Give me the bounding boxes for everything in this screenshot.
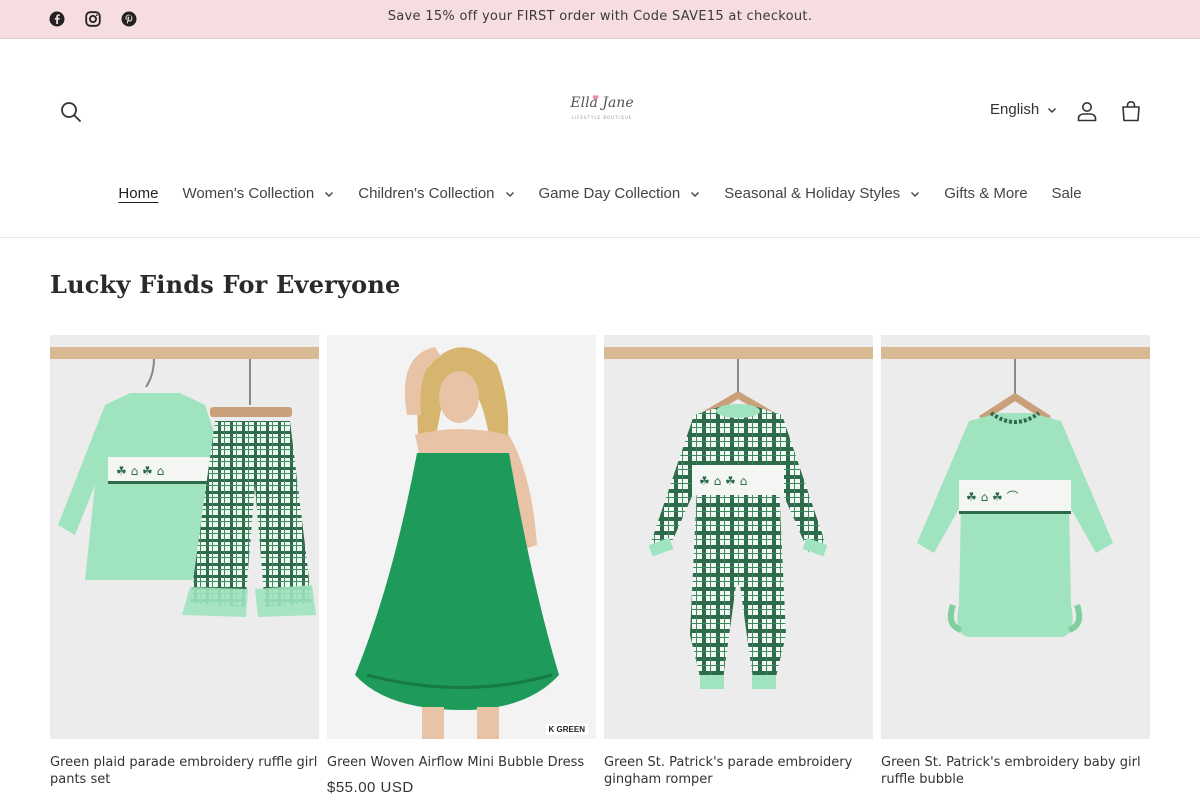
nav-item-sale[interactable]: Sale — [1040, 185, 1094, 202]
svg-text:☘ ⌂ ☘ ⌂: ☘ ⌂ ☘ ⌂ — [699, 474, 747, 488]
main-navigation: Home Women's Collection Children's Colle… — [0, 185, 1200, 202]
product-title[interactable]: Green St. Patrick's parade embroidery gi… — [604, 754, 873, 788]
nav-label: Gifts & More — [944, 185, 1028, 202]
product-title[interactable]: Green Woven Airflow Mini Bubble Dress — [327, 754, 596, 771]
language-selector[interactable]: English — [990, 101, 1057, 118]
logo-text: Ella Jane — [570, 95, 634, 111]
nav-item-game-day-collection[interactable]: Game Day Collection — [527, 185, 713, 202]
logo-tagline: LIFESTYLE BOUTIQUE — [571, 115, 633, 120]
nav-label: Game Day Collection — [538, 185, 681, 202]
svg-text:☘ ⌂ ☘ ⌂: ☘ ⌂ ☘ ⌂ — [116, 464, 164, 478]
account-icon[interactable] — [1075, 99, 1101, 125]
site-header: ♥ Ella Jane LIFESTYLE BOUTIQUE English H… — [0, 39, 1200, 238]
nav-label: Seasonal & Holiday Styles — [724, 185, 901, 202]
nav-item-seasonal-holiday[interactable]: Seasonal & Holiday Styles — [712, 185, 932, 202]
site-logo[interactable]: ♥ Ella Jane LIFESTYLE BOUTIQUE — [560, 87, 644, 135]
section-title: Lucky Finds For Everyone — [50, 270, 401, 299]
chevron-down-icon — [911, 191, 920, 197]
nav-label: Children's Collection — [358, 185, 495, 202]
product-card[interactable]: K GREEN Green Woven Airflow Mini Bubble … — [327, 335, 596, 796]
product-price: $55.00 USD — [327, 779, 414, 796]
product-title[interactable]: Green plaid parade embroidery ruffle gir… — [50, 754, 319, 788]
announcement-text[interactable]: Save 15% off your FIRST order with Code … — [0, 9, 1200, 24]
chevron-down-icon — [505, 191, 514, 197]
nav-item-gifts-more[interactable]: Gifts & More — [932, 185, 1039, 202]
search-icon[interactable] — [58, 99, 86, 127]
product-card[interactable]: ☘ ⌂ ☘ ⌒ Green St. Patrick's embroidery b… — [881, 335, 1150, 796]
product-title[interactable]: Green St. Patrick's embroidery baby girl… — [881, 754, 1150, 788]
product-grid: ☘ ⌂ ☘ ⌂ Green plaid parade embroidery ru… — [50, 335, 1150, 796]
nav-label: Women's Collection — [182, 185, 315, 202]
nav-label: Home — [118, 185, 159, 202]
nav-item-home[interactable]: Home — [106, 185, 170, 202]
announcement-bar: Save 15% off your FIRST order with Code … — [0, 0, 1200, 39]
cart-icon[interactable] — [1119, 99, 1145, 125]
product-card[interactable]: ☘ ⌂ ☘ ⌂ Green plaid parade embroidery ru… — [50, 335, 319, 796]
language-label: English — [990, 101, 1040, 118]
svg-text:☘ ⌂ ☘ ⌒: ☘ ⌂ ☘ ⌒ — [966, 490, 1019, 504]
product-image[interactable]: ☘ ⌂ ☘ ⌒ — [881, 335, 1150, 739]
product-image[interactable]: K GREEN — [327, 335, 596, 739]
chevron-down-icon — [691, 191, 700, 197]
nav-label: Sale — [1051, 185, 1082, 202]
product-card[interactable]: ☘ ⌂ ☘ ⌂ Green St. Patrick's parade embro… — [604, 335, 873, 796]
product-color-tag: K GREEN — [545, 724, 588, 735]
product-image[interactable]: ☘ ⌂ ☘ ⌂ — [604, 335, 873, 739]
product-image[interactable]: ☘ ⌂ ☘ ⌂ — [50, 335, 319, 739]
chevron-down-icon — [1048, 107, 1057, 113]
chevron-down-icon — [325, 191, 334, 197]
nav-item-womens-collection[interactable]: Women's Collection — [170, 185, 346, 202]
nav-item-childrens-collection[interactable]: Children's Collection — [346, 185, 526, 202]
